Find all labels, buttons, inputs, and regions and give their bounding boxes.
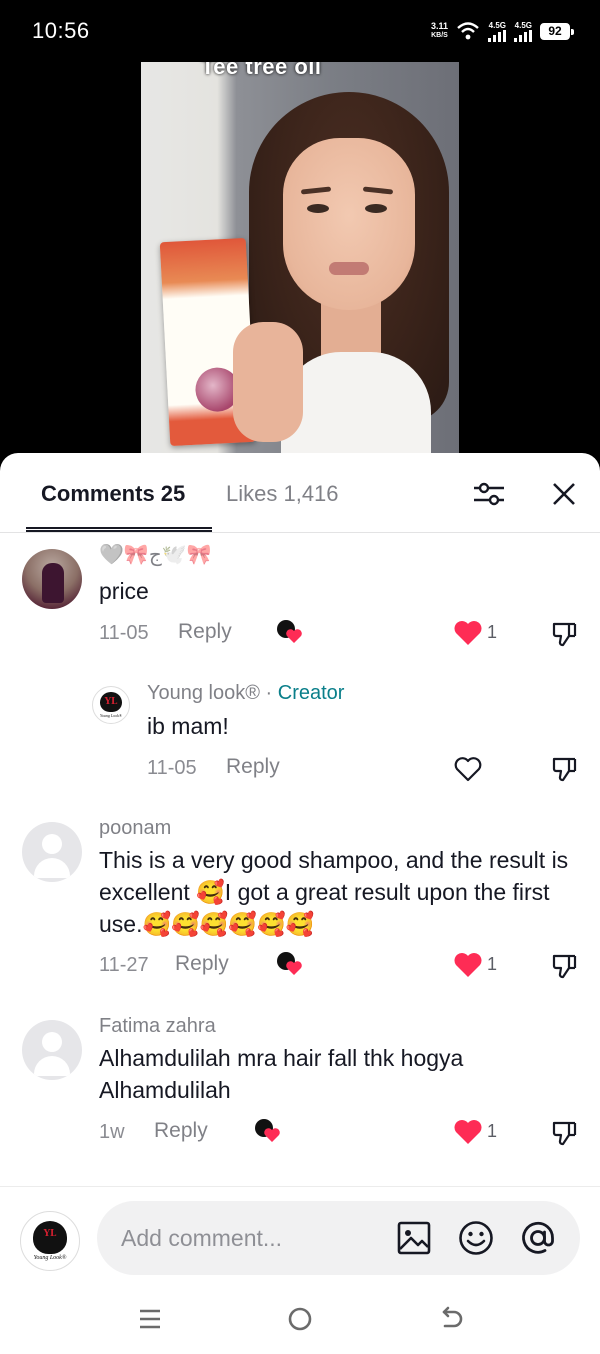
video-person-face	[283, 138, 415, 310]
wifi-icon	[457, 22, 479, 40]
lion-logo-icon	[100, 691, 122, 713]
avatar[interactable]	[22, 1020, 82, 1080]
sheet-header: Comments 25 Likes 1,416	[0, 453, 600, 533]
signal-2-icon: 4.5G	[514, 21, 532, 42]
like-count: 1	[487, 1121, 498, 1141]
comment-text: ib mam!	[147, 713, 229, 739]
lion-logo-icon	[32, 1220, 68, 1255]
status-bar: 10:56 3.11 KB/S 4.5G 4.5G 92	[0, 0, 600, 62]
creator-liked-icon	[277, 952, 302, 975]
heart-filled-icon	[454, 621, 482, 645]
comment-username[interactable]: poonam	[99, 816, 171, 840]
home-nav-icon[interactable]	[285, 1304, 315, 1334]
creator-avatar[interactable]: Young Look®	[92, 686, 130, 724]
signal-1-icon: 4.5G	[488, 21, 506, 42]
heart-filled-icon	[454, 1120, 482, 1144]
comment-input[interactable]: Add comment...	[97, 1201, 580, 1275]
tab-comments[interactable]: Comments 25	[41, 481, 185, 507]
comment-composer: Young Look® Add comment...	[0, 1186, 600, 1282]
comment-date: 11-05	[99, 622, 149, 644]
my-avatar[interactable]: Young Look®	[20, 1211, 80, 1271]
video-frame[interactable]: Tee tree oil	[141, 62, 459, 454]
dislike-icon[interactable]	[550, 755, 578, 783]
system-nav-bar	[0, 1282, 600, 1354]
heart-filled-icon	[454, 953, 482, 977]
reply-button[interactable]: Reply	[178, 620, 232, 644]
close-icon[interactable]	[550, 480, 578, 508]
network-speed: 3.11 KB/S	[430, 21, 448, 40]
comment-username[interactable]: 🩶🎀ج🕊️🎀	[99, 543, 212, 567]
comment-text: This is a very good shampoo, and the res…	[99, 847, 569, 937]
comment-date: 1w	[99, 1121, 125, 1143]
tab-indicator	[26, 527, 212, 532]
emoji-icon[interactable]	[457, 1219, 495, 1257]
comment-date: 11-05	[147, 757, 197, 779]
avatar[interactable]	[22, 549, 82, 609]
video-caption: Tee tree oil	[201, 62, 322, 79]
heart-outline-icon[interactable]	[453, 755, 483, 782]
creator-liked-icon	[277, 620, 302, 643]
video-preview[interactable]: Tee tree oil	[0, 62, 600, 454]
like-count: 1	[487, 954, 498, 974]
comment-username[interactable]: Young look® · Creator	[147, 681, 344, 705]
comment-date: 11-27	[99, 954, 149, 976]
menu-nav-icon[interactable]	[135, 1304, 165, 1334]
comment-username[interactable]: Fatima zahra	[99, 1014, 216, 1038]
video-person-shirt	[281, 352, 431, 454]
dislike-icon[interactable]	[550, 620, 578, 648]
comment-text: price	[99, 578, 149, 604]
reply-item: Young Look® Young look® · Creator ib mam…	[0, 668, 600, 803]
image-icon[interactable]	[395, 1219, 433, 1257]
battery-icon: 92	[540, 22, 574, 40]
video-person-hand	[233, 322, 303, 442]
comments-sheet: Comments 25 Likes 1,416 🩶🎀ج🕊️🎀 price 11-…	[0, 453, 600, 1354]
creator-liked-icon	[255, 1119, 280, 1142]
tab-likes[interactable]: Likes 1,416	[226, 481, 339, 507]
reply-button[interactable]: Reply	[175, 952, 229, 976]
back-nav-icon[interactable]	[436, 1304, 466, 1334]
filter-icon[interactable]	[472, 479, 506, 509]
comment-item: 🩶🎀ج🕊️🎀 price 11-05 Reply 1	[0, 533, 600, 663]
creator-badge: Creator	[277, 682, 345, 704]
comment-input-placeholder: Add comment...	[121, 1225, 283, 1251]
status-icons: 3.11 KB/S 4.5G 4.5G 92	[430, 21, 574, 42]
like-button[interactable]: 1	[453, 1118, 497, 1145]
like-button[interactable]: 1	[453, 951, 497, 978]
reply-button[interactable]: Reply	[226, 755, 280, 779]
reply-button[interactable]: Reply	[154, 1119, 208, 1143]
comment-text: Alhamdulilah mra hair fall thk hogya Alh…	[99, 1045, 464, 1103]
like-count: 1	[487, 622, 498, 642]
status-time: 10:56	[32, 18, 90, 43]
dislike-icon[interactable]	[550, 952, 578, 980]
like-button[interactable]: 1	[453, 619, 497, 646]
comment-item: Fatima zahra Alhamdulilah mra hair fall …	[0, 1008, 600, 1168]
avatar[interactable]	[22, 822, 82, 882]
dislike-icon[interactable]	[550, 1119, 578, 1147]
comment-item: poonam This is a very good shampoo, and …	[0, 808, 600, 998]
mention-icon[interactable]	[519, 1219, 557, 1257]
